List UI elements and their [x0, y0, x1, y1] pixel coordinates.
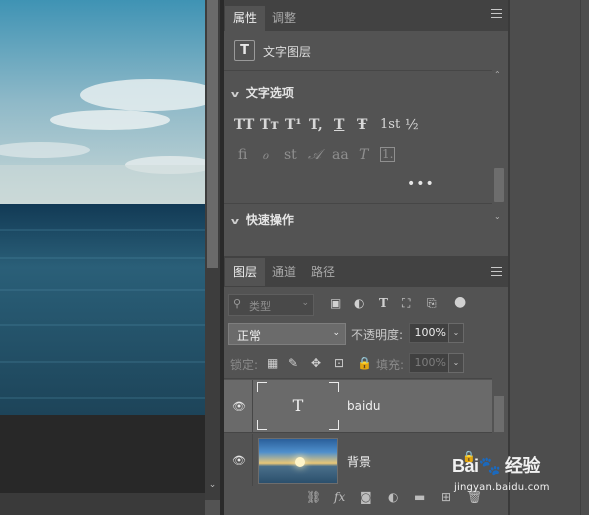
tab-layers[interactable]: 图层: [225, 258, 266, 286]
scroll-down-arrow-icon[interactable]: ⌄: [494, 212, 501, 221]
sun-thumbnail-detail: [295, 457, 305, 467]
filter-pixel-icon[interactable]: ▣: [330, 296, 341, 310]
text-layer-icon: T: [234, 40, 255, 61]
tab-properties[interactable]: 属性: [225, 6, 266, 31]
underline-button[interactable]: T: [334, 117, 344, 133]
ordinals-alt-button[interactable]: 1.: [380, 147, 396, 162]
divider: [224, 378, 492, 379]
opacity-label: 不透明度:: [351, 328, 404, 342]
all-caps-button[interactable]: TT: [234, 117, 254, 133]
ligatures-button[interactable]: fi: [238, 147, 247, 163]
lock-all-icon[interactable]: 🔒: [357, 356, 372, 370]
vertical-scrollbar-thumb[interactable]: [207, 0, 218, 268]
lock-position-icon[interactable]: ✥: [311, 356, 321, 370]
filter-kind-label: 类型: [249, 300, 271, 313]
tab-channels[interactable]: 通道: [264, 258, 304, 286]
stylistic-alternates-button[interactable]: aa: [332, 147, 349, 163]
layer-filter-dropdown[interactable]: ⚲ 类型 ⌄: [228, 294, 314, 316]
layers-scrollbar-thumb[interactable]: [494, 396, 504, 432]
superscript-button[interactable]: T¹: [285, 117, 302, 133]
layer-kind-label: 文字图层: [263, 45, 312, 59]
layer-name[interactable]: 背景: [347, 453, 371, 470]
divider: [252, 380, 253, 432]
lock-image-pixels-icon[interactable]: ✎: [288, 356, 298, 370]
text-options-header[interactable]: v 文字选项: [230, 84, 294, 101]
panel-menu-icon[interactable]: [491, 9, 502, 20]
text-layer-icon: T: [292, 396, 304, 415]
chevron-down-icon: ⌄: [332, 328, 340, 338]
layer-row-baidu[interactable]: 👁 T baidu: [224, 380, 492, 432]
divider: [224, 432, 492, 433]
swash-button[interactable]: 𝒜: [308, 147, 321, 163]
ordinals-button[interactable]: 1st: [380, 117, 400, 132]
layers-tabbar: 图层 通道 路径: [224, 256, 508, 287]
strikethrough-button[interactable]: Ŧ: [357, 117, 367, 133]
watermark-logo: Bai🐾 经验: [452, 456, 540, 476]
blend-mode-select[interactable]: 正常 ⌄: [228, 323, 346, 345]
more-options-button[interactable]: •••: [407, 176, 435, 192]
fx-icon[interactable]: fx: [334, 490, 345, 504]
chevron-down-icon: v: [230, 217, 240, 227]
add-mask-icon[interactable]: ◙: [360, 490, 372, 504]
panel-menu-icon[interactable]: [491, 267, 502, 278]
fill-label: 填充:: [376, 358, 405, 372]
text-layer-thumbnail[interactable]: T: [257, 382, 339, 430]
new-layer-icon[interactable]: ⊞: [441, 490, 451, 504]
contextual-alternates-button[interactable]: ℴ: [262, 147, 268, 163]
properties-tabbar: 属性 调整: [224, 0, 508, 31]
new-group-icon[interactable]: ▬: [414, 490, 425, 504]
small-caps-button[interactable]: Tᴛ: [260, 117, 279, 133]
lock-artboard-icon[interactable]: ⊡: [334, 356, 344, 370]
discretionary-ligatures-button[interactable]: st: [284, 147, 297, 163]
text-options-title: 文字选项: [245, 86, 294, 100]
dock-separator: [508, 0, 510, 515]
document-canvas[interactable]: [0, 0, 205, 415]
filter-adjustment-icon[interactable]: ◐: [354, 296, 364, 310]
filter-toggle-icon[interactable]: ●: [454, 294, 466, 310]
visibility-eye-icon[interactable]: 👁: [232, 454, 246, 467]
scroll-up-arrow-icon[interactable]: ⌃: [494, 70, 501, 79]
baidu-jingyan-watermark: Bai🐾 经验 jingyan.baidu.com: [452, 452, 562, 502]
quick-actions-header[interactable]: v 快速操作: [230, 211, 294, 228]
chevron-down-icon: ⌄: [301, 298, 309, 308]
fill-dropdown-button[interactable]: ⌄: [448, 353, 464, 373]
properties-scrollbar-thumb[interactable]: [494, 168, 504, 202]
titling-alternates-button[interactable]: T: [359, 147, 368, 163]
search-icon: ⚲: [233, 297, 242, 310]
visibility-eye-icon[interactable]: 👁: [232, 400, 246, 413]
opacity-dropdown-button[interactable]: ⌄: [448, 323, 464, 343]
divider: [224, 70, 492, 71]
divider: [252, 434, 253, 486]
filter-smart-object-icon[interactable]: ⎘: [427, 296, 437, 311]
adjustment-layer-icon[interactable]: ◐: [388, 490, 398, 504]
subscript-button[interactable]: T,: [309, 117, 323, 133]
blend-mode-value: 正常: [237, 329, 262, 343]
tab-paths[interactable]: 路径: [303, 258, 343, 286]
tab-adjustments[interactable]: 调整: [264, 6, 304, 31]
scroll-down-arrow-icon[interactable]: ⌄: [205, 478, 220, 492]
filter-type-icon[interactable]: T: [379, 296, 388, 310]
divider: [224, 203, 492, 204]
lock-transparent-pixels-icon[interactable]: ▦: [267, 356, 278, 370]
quick-actions-title: 快速操作: [245, 213, 294, 227]
fill-input[interactable]: 100%: [409, 353, 450, 373]
chevron-down-icon: v: [230, 90, 240, 100]
side-dock: [508, 0, 589, 515]
horizontal-scrollbar[interactable]: [0, 493, 205, 515]
filter-shape-icon[interactable]: ⛶: [402, 296, 410, 311]
layer-name[interactable]: baidu: [347, 399, 381, 413]
sea-photo: [0, 0, 205, 415]
dock-line: [580, 0, 581, 515]
watermark-url: jingyan.baidu.com: [454, 482, 550, 493]
background-layer-thumbnail[interactable]: [258, 438, 338, 484]
fractions-button[interactable]: ½: [405, 117, 419, 133]
properties-panel: 属性 调整 T 文字图层 v 文字选项 TT Tᴛ T¹ T, T Ŧ 1st ½…: [224, 0, 508, 256]
opacity-input[interactable]: 100%: [409, 323, 450, 343]
link-layers-icon[interactable]: ⛓: [306, 490, 321, 504]
pasteboard: [0, 415, 205, 493]
lock-label: 锁定:: [230, 358, 259, 372]
